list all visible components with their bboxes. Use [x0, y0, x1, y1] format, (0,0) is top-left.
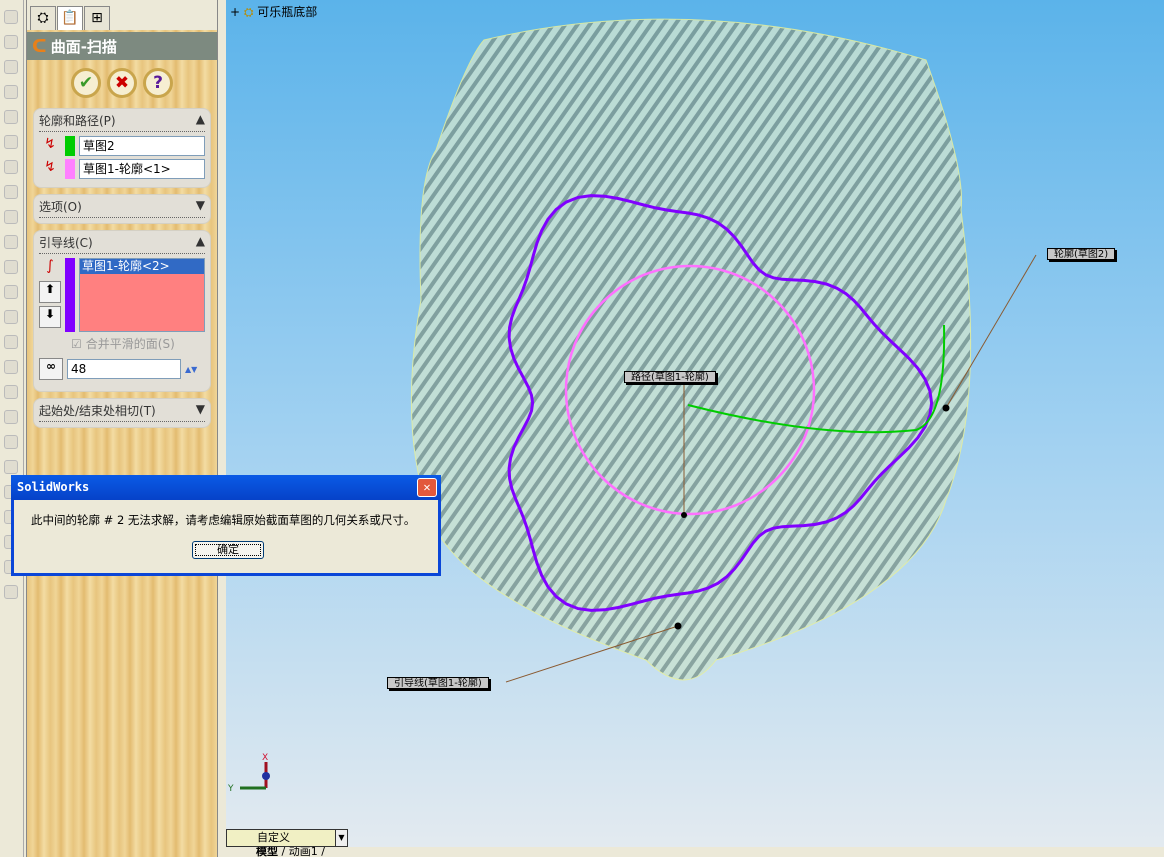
ok-button[interactable]: ✔: [71, 68, 101, 98]
x-axis-label: X: [262, 753, 268, 763]
guide-curve-icon: ∫: [46, 258, 54, 274]
triad: XY: [227, 753, 270, 794]
y-axis-label: Y: [227, 784, 234, 794]
path-callout[interactable]: 路径(草图1-轮廓): [624, 371, 716, 383]
show-sections-button[interactable]: ∞: [39, 358, 63, 380]
collapse-icon[interactable]: ▲: [196, 234, 205, 251]
path-field[interactable]: 草图1-轮廓<1>: [79, 159, 205, 179]
tool-icon[interactable]: [4, 435, 18, 449]
sweep-surface-icon: ᑕ: [32, 35, 47, 57]
group-header: 引导线(C): [39, 236, 93, 250]
profile-field[interactable]: 草图2: [79, 136, 205, 156]
path-icon: ↯: [44, 159, 56, 175]
tab-animation[interactable]: 动画1: [289, 847, 318, 857]
tool-icon[interactable]: [4, 60, 18, 74]
move-down-button[interactable]: ⬇: [39, 306, 61, 328]
tool-icon[interactable]: [4, 460, 18, 474]
merge-checkbox[interactable]: ☑: [71, 337, 82, 351]
configuration-manager-tab[interactable]: ⊞: [84, 6, 110, 30]
view-orientation-select[interactable]: 自定义 ▼: [226, 829, 348, 847]
guide-color-swatch: [65, 258, 75, 332]
sweep-surface: [410, 18, 972, 681]
profile-callout[interactable]: 轮廓(草图2): [1047, 248, 1116, 260]
group-header: 起始处/结束处相切(T): [39, 404, 156, 418]
model-view: XY: [227, 18, 1037, 794]
tool-icon[interactable]: [4, 110, 18, 124]
profile-path-group: 轮廓和路径(P) ▲ ↯ 草图2 ↯ 草图1-轮廓<1>: [33, 108, 211, 188]
graphics-area[interactable]: + ⛭ 可乐瓶底部 XY 路径(草图1-轮廓) 轮廓(草图2) 引导线(草图1-…: [226, 0, 1164, 847]
close-button[interactable]: ✕: [417, 478, 437, 497]
tool-icon[interactable]: [4, 210, 18, 224]
ok-button[interactable]: 确定: [192, 541, 264, 559]
chevron-down-icon[interactable]: ▼: [335, 830, 347, 846]
guide-curves-list[interactable]: 草图1-轮廓<2>: [79, 258, 205, 332]
list-item[interactable]: 草图1-轮廓<2>: [80, 259, 204, 274]
dialog-message: 此中间的轮廓 # 2 无法求解，请考虑编辑原始截面草图的几何关系或尺寸。: [31, 513, 416, 527]
expand-icon[interactable]: ▼: [196, 402, 205, 419]
guide-callout[interactable]: 引导线(草图1-轮廓): [387, 677, 489, 689]
feature-title-text: 曲面-扫描: [50, 37, 117, 56]
tool-icon[interactable]: [4, 85, 18, 99]
property-manager: ⛭ 📋 ⊞ ᑕ 曲面-扫描 ✔ ✖ ? 轮廓和路径(P) ▲ ↯ 草图2 ↯ 草图1-轮…: [26, 0, 218, 857]
move-up-button[interactable]: ⬆: [39, 281, 61, 303]
section-count-field[interactable]: 48: [67, 359, 181, 379]
collapse-icon[interactable]: ▲: [196, 112, 205, 129]
tool-icon[interactable]: [4, 385, 18, 399]
spin-buttons[interactable]: ▲▼: [185, 365, 197, 374]
view-orientation-value: 自定义: [257, 831, 290, 844]
tool-icon[interactable]: [4, 410, 18, 424]
tool-icon[interactable]: [4, 260, 18, 274]
tool-icon[interactable]: [4, 285, 18, 299]
feature-title: ᑕ 曲面-扫描: [27, 32, 217, 60]
merge-label: 合并平滑的面(S): [85, 337, 175, 351]
dialog-title: SolidWorks: [17, 480, 90, 494]
guide-curves-group: 引导线(C) ▲ ∫ ⬆ ⬇ 草图1-轮廓<2> ☑ 合并平滑的面(S) ∞ 48 ▲▼: [33, 230, 211, 392]
tool-icon[interactable]: [4, 135, 18, 149]
tool-icon[interactable]: [4, 185, 18, 199]
bottom-tabs: 模型 / 动画1 /: [226, 847, 1164, 857]
tab-model[interactable]: 模型: [256, 847, 278, 857]
point: [681, 512, 687, 518]
tool-icon[interactable]: [4, 360, 18, 374]
tool-icon[interactable]: [4, 35, 18, 49]
configuration-manager-icon: ⊞: [91, 10, 103, 26]
point: [674, 622, 682, 630]
profile-color-swatch: [65, 136, 75, 156]
tool-icon[interactable]: [4, 160, 18, 174]
point: [942, 404, 950, 412]
tool-icon[interactable]: [4, 235, 18, 249]
expand-icon[interactable]: ▼: [196, 198, 205, 215]
tool-icon[interactable]: [4, 310, 18, 324]
group-header: 轮廓和路径(P): [39, 114, 116, 128]
profile-icon: ↯: [44, 136, 56, 152]
tool-icon[interactable]: [4, 335, 18, 349]
feature-manager-icon: ⛭: [37, 10, 49, 26]
cancel-button[interactable]: ✖: [107, 68, 137, 98]
help-button[interactable]: ?: [143, 68, 173, 98]
tool-icon[interactable]: [4, 10, 18, 24]
options-group[interactable]: 选项(O) ▼: [33, 194, 211, 224]
feature-manager-tab[interactable]: ⛭: [30, 6, 56, 30]
command-toolbar: [0, 0, 24, 857]
property-manager-icon: 📋: [61, 10, 79, 26]
tangency-group[interactable]: 起始处/结束处相切(T) ▼: [33, 398, 211, 428]
error-dialog: SolidWorks ✕ 此中间的轮廓 # 2 无法求解，请考虑编辑原始截面草图的…: [11, 475, 441, 576]
group-header: 选项(O): [39, 200, 82, 214]
tool-icon[interactable]: [4, 585, 18, 599]
path-color-swatch: [65, 159, 75, 179]
property-manager-tab[interactable]: 📋: [57, 6, 83, 30]
